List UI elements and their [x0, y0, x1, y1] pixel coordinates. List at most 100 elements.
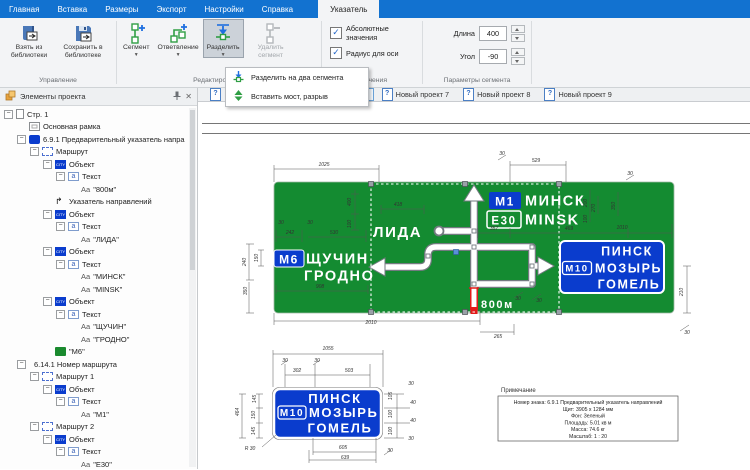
checkbox-check-icon: ✓ — [330, 47, 342, 59]
tree-item-label: Текст — [82, 260, 101, 269]
delete-segment-button[interactable]: Удалить сегмент — [244, 19, 298, 59]
absolute-values-checkbox[interactable]: ✓ Абсолютные значения — [330, 26, 414, 40]
sign-main[interactable]: ЛИДА М1 МИНСК Е30 MINSK М6 ЩУЧИН ГРОДНО … — [274, 182, 674, 315]
tree-item[interactable]: − CITY Объект — [0, 296, 197, 309]
tree-item[interactable]: − Маршрут — [0, 146, 197, 159]
tree-item[interactable]: − a Текст — [0, 171, 197, 184]
menu-item[interactable]: Главная — [0, 0, 48, 18]
radius-for-axis-checkbox[interactable]: ✓ Радиус для оси — [330, 46, 399, 60]
tree-expander-icon[interactable]: − — [56, 310, 65, 319]
tree-item[interactable]: − Основная рамка — [0, 121, 197, 134]
checkbox-label: Абсолютные значения — [346, 24, 414, 42]
tree-expander-icon[interactable]: − — [17, 135, 26, 144]
tree-expander-icon[interactable]: − — [4, 110, 13, 119]
tree-item[interactable]: − Маршрут 1 — [0, 371, 197, 384]
save-to-library-button[interactable]: Сохранить в библиотеке — [56, 19, 110, 59]
tree-expander-icon[interactable]: − — [30, 372, 39, 381]
tree-expander-icon[interactable]: − — [17, 360, 26, 369]
menu-item-insert-bridge-gap[interactable]: Вставить мост, разрыв — [226, 87, 368, 106]
tree-item[interactable]: − Стр. 1 — [0, 108, 197, 121]
close-panel-icon[interactable]: ✕ — [185, 93, 192, 101]
split-button[interactable]: Разделить ▼ — [203, 19, 244, 58]
tree-expander-icon[interactable]: − — [56, 397, 65, 406]
tree-item[interactable]: − ↱ Указатель направлений — [0, 196, 197, 209]
tree-item[interactable]: − Маршрут 2 — [0, 421, 197, 434]
document-tab[interactable]: ? Новый проект 8 — [457, 88, 536, 101]
tree-expander-icon[interactable]: − — [43, 160, 52, 169]
tree-item[interactable]: − CITY Объект — [0, 208, 197, 221]
spin-down-icon[interactable] — [511, 57, 525, 65]
tree-scrollbar[interactable] — [189, 108, 196, 467]
angle-stepper[interactable] — [511, 48, 525, 65]
dim-label: 639 — [341, 455, 350, 461]
tree-item[interactable]: − 6.9.1 Предварительный указатель напра — [0, 133, 197, 146]
length-label: Длина — [454, 29, 475, 38]
tree-item[interactable]: − CITY Объект — [0, 158, 197, 171]
tree-item-label: Текст — [82, 447, 101, 456]
tree-expander-icon[interactable]: − — [43, 210, 52, 219]
tree-item[interactable]: − Aa "ЛИДА" — [0, 233, 197, 246]
document-tab[interactable]: ? Новый проект 7 — [376, 88, 455, 101]
tree-expander-icon[interactable]: − — [30, 147, 39, 156]
tree-item[interactable]: − Aa "MINSK" — [0, 283, 197, 296]
menu-item[interactable]: Размеры — [96, 0, 147, 18]
tree-expander-icon[interactable]: − — [30, 422, 39, 431]
tree-item[interactable]: − Aa "ЩУЧИН" — [0, 321, 197, 334]
dim-label: 270 — [591, 204, 597, 214]
tree-item[interactable]: − CITY Объект — [0, 433, 197, 446]
spin-up-icon[interactable] — [511, 48, 525, 56]
menu-item[interactable]: Настройки — [196, 0, 253, 18]
sign-small[interactable]: ПИНСК М10 МОЗЫРЬ ГОМЕЛЬ — [273, 388, 383, 440]
menu-item[interactable]: Экспорт — [147, 0, 195, 18]
tree-item[interactable]: − a Текст — [0, 396, 197, 409]
tree-expander-icon[interactable]: − — [43, 385, 52, 394]
tree-item[interactable]: − a Текст — [0, 308, 197, 321]
tree-item[interactable]: − 6.14.1 Номер маршрута — [0, 358, 197, 371]
note-line: Щит: 3905 x 1284 мм — [563, 407, 614, 413]
menu-item[interactable]: Справка — [253, 0, 302, 18]
document-tab[interactable]: ? Новый проект 9 — [538, 88, 617, 101]
spin-up-icon[interactable] — [511, 25, 525, 33]
segment-button[interactable]: Сегмент ▼ — [119, 19, 154, 58]
node-handle[interactable] — [454, 250, 459, 255]
spin-down-icon[interactable] — [511, 34, 525, 42]
road-junction-circle — [435, 227, 444, 236]
tree-item[interactable]: − a Текст — [0, 258, 197, 271]
length-stepper[interactable] — [511, 25, 525, 42]
tree-item[interactable]: − a Текст — [0, 446, 197, 459]
tree-item-label: Текст — [82, 222, 101, 231]
pin-icon[interactable] — [173, 91, 181, 102]
branch-button[interactable]: Ответвление ▼ — [154, 19, 203, 58]
ribbon-group-segment-params: Длина 400 Угол -90 Параметры сегмента — [423, 18, 531, 87]
selected-road-segment[interactable] — [469, 288, 479, 314]
tree-item[interactable]: − CITY Объект — [0, 246, 197, 259]
tree-item[interactable]: − Aa "Е30" — [0, 458, 197, 469]
menu-tab-pointer-active[interactable]: Указатель — [318, 0, 379, 18]
menu-item[interactable]: Вставка — [48, 0, 96, 18]
length-input[interactable]: 400 — [479, 26, 507, 41]
tree-expander-icon[interactable]: − — [56, 260, 65, 269]
tree-item[interactable]: − Aa "800м" — [0, 183, 197, 196]
menu-item-split-in-two[interactable]: Разделить на два сегмента — [226, 68, 368, 87]
segment-icon — [125, 21, 147, 44]
tree-item[interactable]: − Aa "МИНСК" — [0, 271, 197, 284]
tree-expander-icon[interactable]: − — [56, 172, 65, 181]
tree-expander-icon[interactable]: − — [43, 297, 52, 306]
tree-item[interactable]: − "М6" — [0, 346, 197, 359]
tree-expander-icon[interactable]: − — [56, 447, 65, 456]
tree-item[interactable]: − CITY Объект — [0, 383, 197, 396]
dim-label: 30 — [684, 330, 690, 336]
drawing-canvas[interactable]: ЛИДА М1 МИНСК Е30 MINSK М6 ЩУЧИН ГРОДНО … — [198, 102, 750, 470]
tree-expander-icon[interactable]: − — [43, 435, 52, 444]
tree-item-label: Основная рамка — [43, 122, 100, 131]
tree-expander-icon[interactable]: − — [43, 247, 52, 256]
tree-item[interactable]: − a Текст — [0, 221, 197, 234]
tree-item-label: "ЩУЧИН" — [93, 322, 126, 331]
tree-item[interactable]: − Aa "М1" — [0, 408, 197, 421]
angle-input[interactable]: -90 — [479, 49, 507, 64]
tree-expander-icon[interactable]: − — [56, 222, 65, 231]
scrollbar-thumb[interactable] — [190, 110, 195, 270]
tree-item[interactable]: − Aa "ГРОДНО" — [0, 333, 197, 346]
dim-label: 30 — [408, 436, 414, 442]
take-from-library-button[interactable]: Взять из библиотеки — [2, 19, 56, 59]
